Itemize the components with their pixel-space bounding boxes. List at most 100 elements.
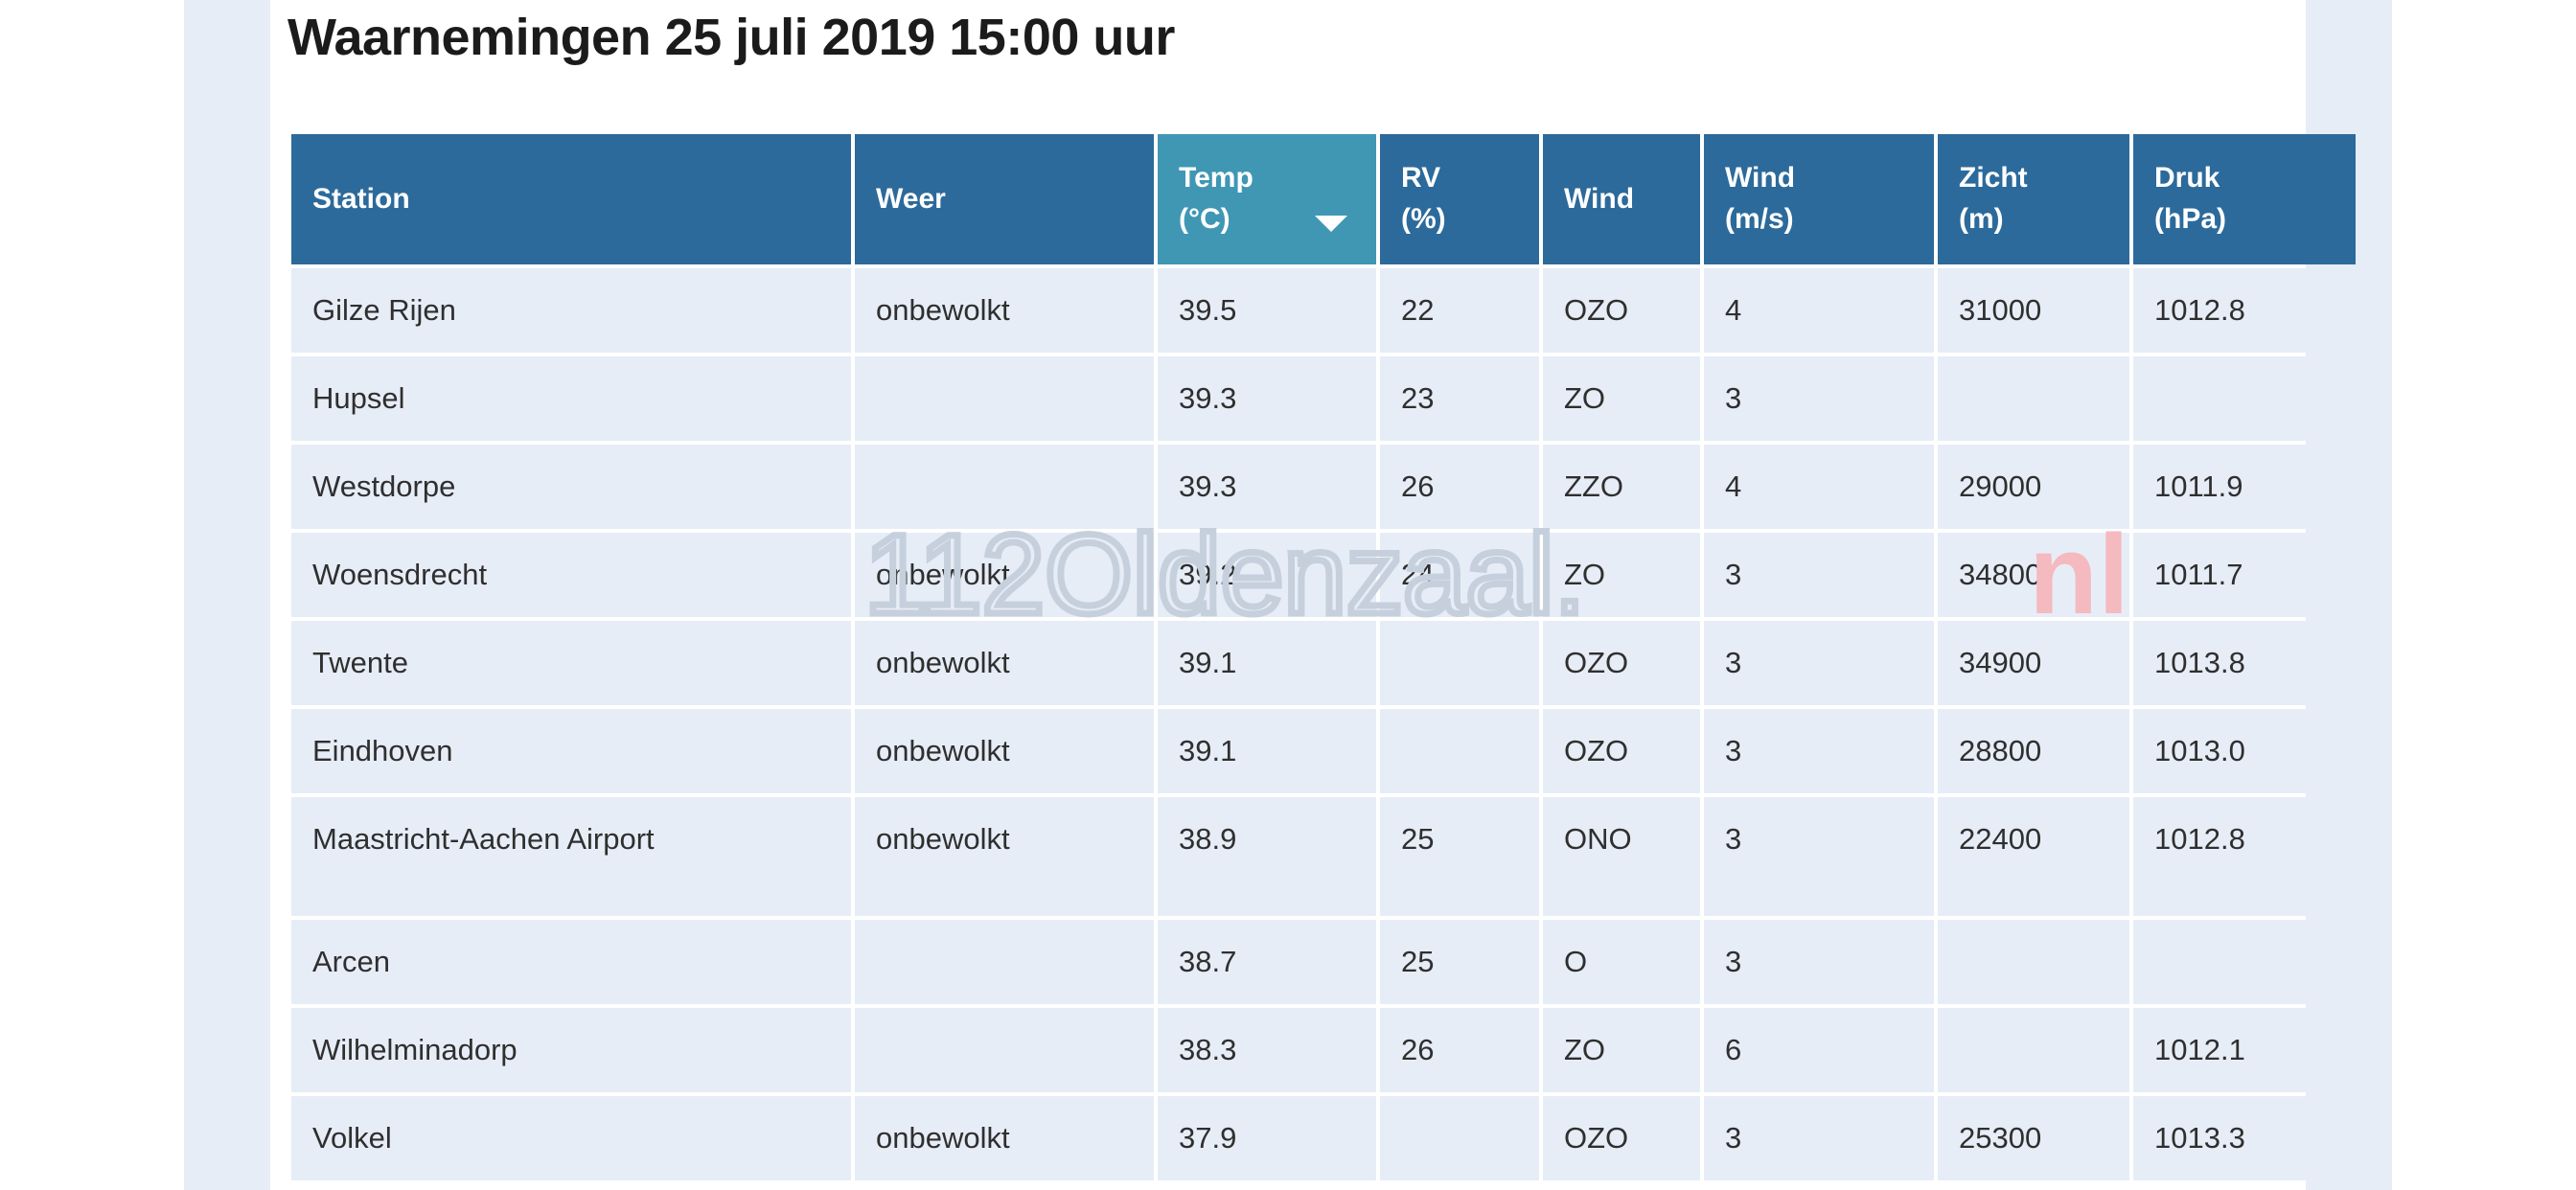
cell-windms: 3 xyxy=(1704,533,1934,618)
cell-station: Twente xyxy=(291,621,851,706)
cell-wind: OZO xyxy=(1543,621,1700,706)
column-header-label: RV xyxy=(1401,162,1441,195)
cell-weer: onbewolkt xyxy=(855,1096,1154,1181)
cell-station: Hupsel xyxy=(291,356,851,442)
cell-zicht xyxy=(1938,356,2129,442)
column-header-windms[interactable]: Wind (m/s) xyxy=(1704,134,1934,264)
cell-windms: 3 xyxy=(1704,1096,1934,1181)
observations-table-container: Station Weer Temp (°C) RV (%) Wind Wind (m/s) Zic… xyxy=(288,130,2356,1184)
cell-weer: onbewolkt xyxy=(855,797,1154,917)
cell-station: Wilhelminadorp xyxy=(291,1008,851,1093)
cell-wind: ZO xyxy=(1543,533,1700,618)
table-row: Hupsel 39.3 23 ZO 3 xyxy=(291,356,2356,442)
cell-weer: onbewolkt xyxy=(855,533,1154,618)
column-header-weer[interactable]: Weer xyxy=(855,134,1154,264)
cell-temp: 39.3 xyxy=(1158,356,1376,442)
cell-druk xyxy=(2133,920,2356,1005)
cell-wind: ZZO xyxy=(1543,445,1700,530)
column-header-unit: (m) xyxy=(1959,203,2004,235)
cell-temp: 38.9 xyxy=(1158,797,1376,917)
cell-station: Maastricht-Aachen Airport xyxy=(291,797,851,917)
cell-zicht xyxy=(1938,920,2129,1005)
table-header-row: Station Weer Temp (°C) RV (%) Wind Wind (m/s) Zic… xyxy=(291,134,2356,264)
cell-zicht: 28800 xyxy=(1938,709,2129,794)
cell-weer xyxy=(855,445,1154,530)
cell-temp: 39.5 xyxy=(1158,268,1376,354)
cell-windms: 3 xyxy=(1704,709,1934,794)
table-row: Wilhelminadorp 38.3 26 ZO 6 1012.1 xyxy=(291,1008,2356,1093)
cell-weer: onbewolkt xyxy=(855,268,1154,354)
cell-zicht: 29000 xyxy=(1938,445,2129,530)
column-header-unit: (%) xyxy=(1401,203,1446,235)
cell-weer xyxy=(855,356,1154,442)
page-title: Waarnemingen 25 juli 2019 15:00 uur xyxy=(288,9,1175,66)
cell-wind: O xyxy=(1543,920,1700,1005)
cell-zicht: 31000 xyxy=(1938,268,2129,354)
cell-temp: 38.7 xyxy=(1158,920,1376,1005)
chevron-down-icon[interactable] xyxy=(1315,216,1347,232)
table-body: Gilze Rijen onbewolkt 39.5 22 OZO 4 31000 1012.… xyxy=(291,268,2356,1181)
column-header-label: Wind xyxy=(1564,182,1635,215)
cell-station: Arcen xyxy=(291,920,851,1005)
cell-zicht: 22400 xyxy=(1938,797,2129,917)
cell-temp: 38.3 xyxy=(1158,1008,1376,1093)
cell-rv xyxy=(1380,1096,1539,1181)
cell-druk: 1013.0 xyxy=(2133,709,2356,794)
cell-station: Westdorpe xyxy=(291,445,851,530)
cell-temp: 37.9 xyxy=(1158,1096,1376,1181)
column-header-zicht[interactable]: Zicht (m) xyxy=(1938,134,2129,264)
table-header: Station Weer Temp (°C) RV (%) Wind Wind (m/s) Zic… xyxy=(291,134,2356,264)
cell-windms: 3 xyxy=(1704,621,1934,706)
column-header-wind[interactable]: Wind xyxy=(1543,134,1700,264)
cell-wind: ONO xyxy=(1543,797,1700,917)
cell-weer: onbewolkt xyxy=(855,621,1154,706)
column-header-label: Wind xyxy=(1725,162,1796,195)
table-row: Westdorpe 39.3 26 ZZO 4 29000 1011.9 xyxy=(291,445,2356,530)
cell-druk: 1012.8 xyxy=(2133,268,2356,354)
cell-station: Eindhoven xyxy=(291,709,851,794)
observations-page: Waarnemingen 25 juli 2019 15:00 uur Stat… xyxy=(0,0,2576,1190)
column-header-label: Druk xyxy=(2154,162,2220,195)
cell-zicht: 25300 xyxy=(1938,1096,2129,1181)
cell-druk: 1012.1 xyxy=(2133,1008,2356,1093)
cell-weer xyxy=(855,1008,1154,1093)
table-row: Eindhoven onbewolkt 39.1 OZO 3 28800 1013.0 xyxy=(291,709,2356,794)
cell-temp: 39.1 xyxy=(1158,621,1376,706)
content-sheet: Waarnemingen 25 juli 2019 15:00 uur Stat… xyxy=(270,0,2356,1190)
column-header-label: Weer xyxy=(876,182,946,215)
cell-druk: 1012.8 xyxy=(2133,797,2356,917)
cell-druk xyxy=(2133,356,2356,442)
cell-station: Gilze Rijen xyxy=(291,268,851,354)
cell-windms: 4 xyxy=(1704,268,1934,354)
cell-station: Woensdrecht xyxy=(291,533,851,618)
table-row: Woensdrecht onbewolkt 39.2 24 ZO 3 34800 1011.7 xyxy=(291,533,2356,618)
table-row: Arcen 38.7 25 O 3 xyxy=(291,920,2356,1005)
cell-druk: 1013.8 xyxy=(2133,621,2356,706)
cell-zicht xyxy=(1938,1008,2129,1093)
cell-rv: 24 xyxy=(1380,533,1539,618)
column-header-label: Temp xyxy=(1179,162,1254,195)
column-header-druk[interactable]: Druk (hPa) xyxy=(2133,134,2356,264)
column-header-unit: (m/s) xyxy=(1725,203,1794,235)
column-header-rv[interactable]: RV (%) xyxy=(1380,134,1539,264)
cell-temp: 39.3 xyxy=(1158,445,1376,530)
column-header-station[interactable]: Station xyxy=(291,134,851,264)
cell-zicht: 34800 xyxy=(1938,533,2129,618)
cell-rv: 26 xyxy=(1380,1008,1539,1093)
cell-rv xyxy=(1380,621,1539,706)
cell-wind: OZO xyxy=(1543,709,1700,794)
observations-table: Station Weer Temp (°C) RV (%) Wind Wind (m/s) Zic… xyxy=(288,130,2359,1184)
cell-rv: 26 xyxy=(1380,445,1539,530)
table-row: Volkel onbewolkt 37.9 OZO 3 25300 1013.3 xyxy=(291,1096,2356,1181)
cell-druk: 1011.7 xyxy=(2133,533,2356,618)
cell-weer xyxy=(855,920,1154,1005)
cell-rv: 23 xyxy=(1380,356,1539,442)
cell-rv: 25 xyxy=(1380,797,1539,917)
cell-zicht: 34900 xyxy=(1938,621,2129,706)
cell-windms: 3 xyxy=(1704,797,1934,917)
cell-wind: OZO xyxy=(1543,268,1700,354)
column-header-temp[interactable]: Temp (°C) xyxy=(1158,134,1376,264)
cell-windms: 3 xyxy=(1704,920,1934,1005)
cell-rv: 25 xyxy=(1380,920,1539,1005)
column-header-unit: (hPa) xyxy=(2154,203,2226,235)
